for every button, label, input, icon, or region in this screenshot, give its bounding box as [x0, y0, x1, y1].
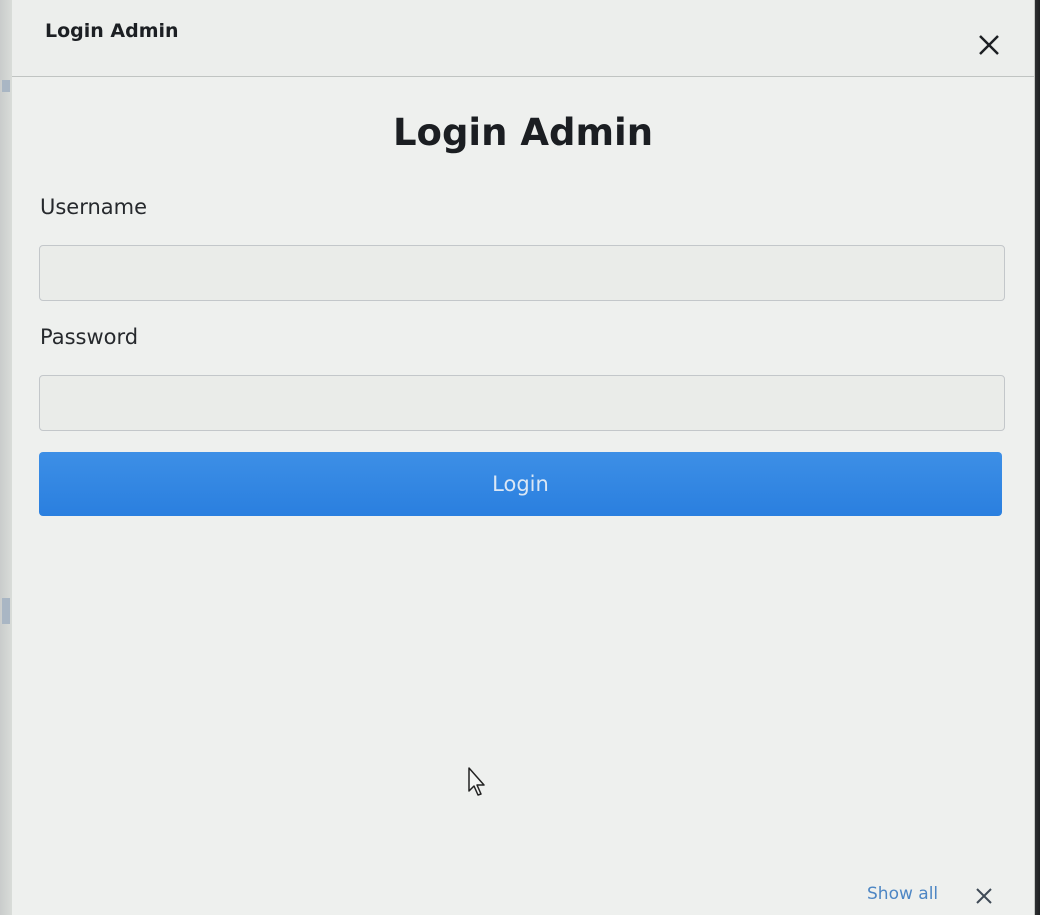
mouse-pointer-icon [468, 767, 485, 796]
dialog-title: Login Admin [45, 20, 179, 42]
left-screen-edge [0, 0, 12, 915]
dialog-titlebar: Login Admin [12, 0, 1034, 77]
close-icon [976, 888, 992, 904]
password-field[interactable] [39, 375, 1005, 431]
close-icon [979, 35, 999, 55]
login-dialog: Login Admin Login Admin Username Passwor… [12, 0, 1035, 915]
username-field[interactable] [39, 245, 1005, 301]
show-all-link[interactable]: Show all [867, 884, 938, 904]
notification-close-button[interactable] [972, 884, 996, 908]
login-form: Login Admin Username Password Login [12, 77, 1034, 915]
close-button[interactable] [972, 28, 1006, 62]
username-label: Username [40, 195, 148, 219]
notification-bar: Show all [12, 872, 1034, 915]
form-heading: Login Admin [392, 111, 654, 154]
left-edge-marker [2, 598, 10, 624]
left-edge-marker [2, 80, 10, 92]
password-label: Password [40, 325, 139, 349]
login-button[interactable]: Login [39, 452, 1002, 516]
